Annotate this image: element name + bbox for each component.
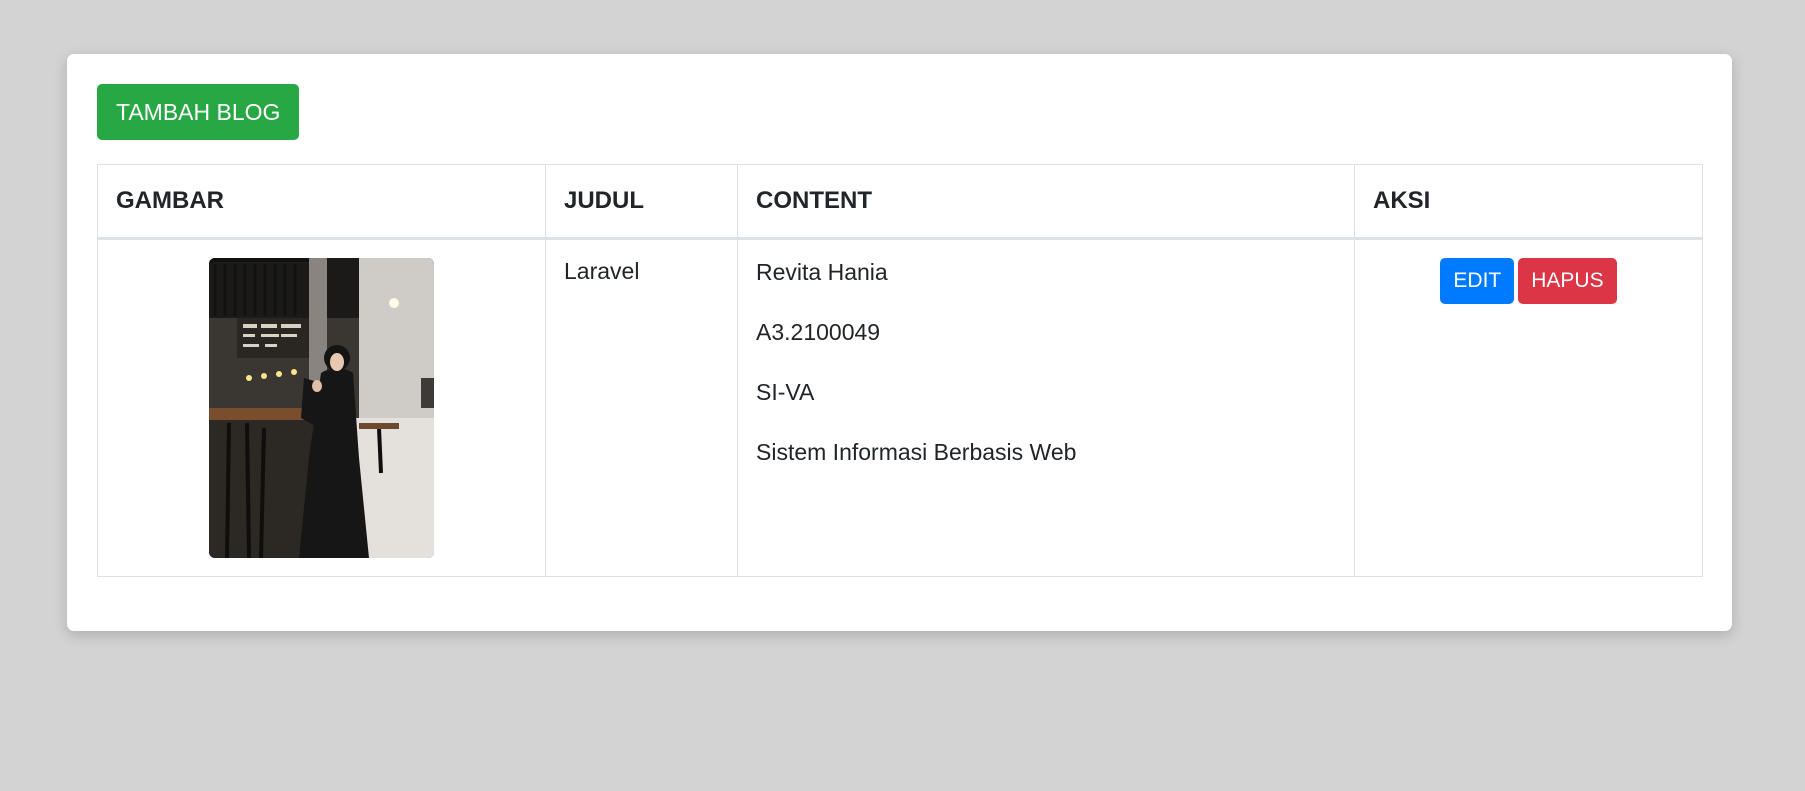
content-line-name: Revita Hania [756,259,888,285]
blog-card: TAMBAH BLOG GAMBAR JUDUL CONTENT AKSI La… [67,54,1732,631]
header-judul: JUDUL [545,164,738,240]
table-header-row: GAMBAR JUDUL CONTENT AKSI [97,164,1703,240]
blog-photo [209,258,434,558]
cell-content: Revita Hania A3.2100049 SI-VA Sistem Inf… [737,238,1355,577]
table-row: Laravel Revita Hania A3.2100049 SI-VA Si… [97,238,1703,577]
cell-aksi: EDIT HAPUS [1354,238,1703,577]
header-aksi: AKSI [1354,164,1703,240]
content-line-course: Sistem Informasi Berbasis Web [756,439,1077,465]
content-line-class: SI-VA [756,379,815,405]
delete-button[interactable]: HAPUS [1518,258,1617,304]
cell-gambar [97,238,546,577]
blog-table: GAMBAR JUDUL CONTENT AKSI Laravel Revita… [97,164,1703,577]
content-line-id: A3.2100049 [756,319,881,345]
edit-button[interactable]: EDIT [1440,258,1515,304]
add-blog-button[interactable]: TAMBAH BLOG [97,84,300,140]
header-content: CONTENT [737,164,1355,240]
cell-judul: Laravel [545,238,738,577]
header-gambar: GAMBAR [97,164,546,240]
